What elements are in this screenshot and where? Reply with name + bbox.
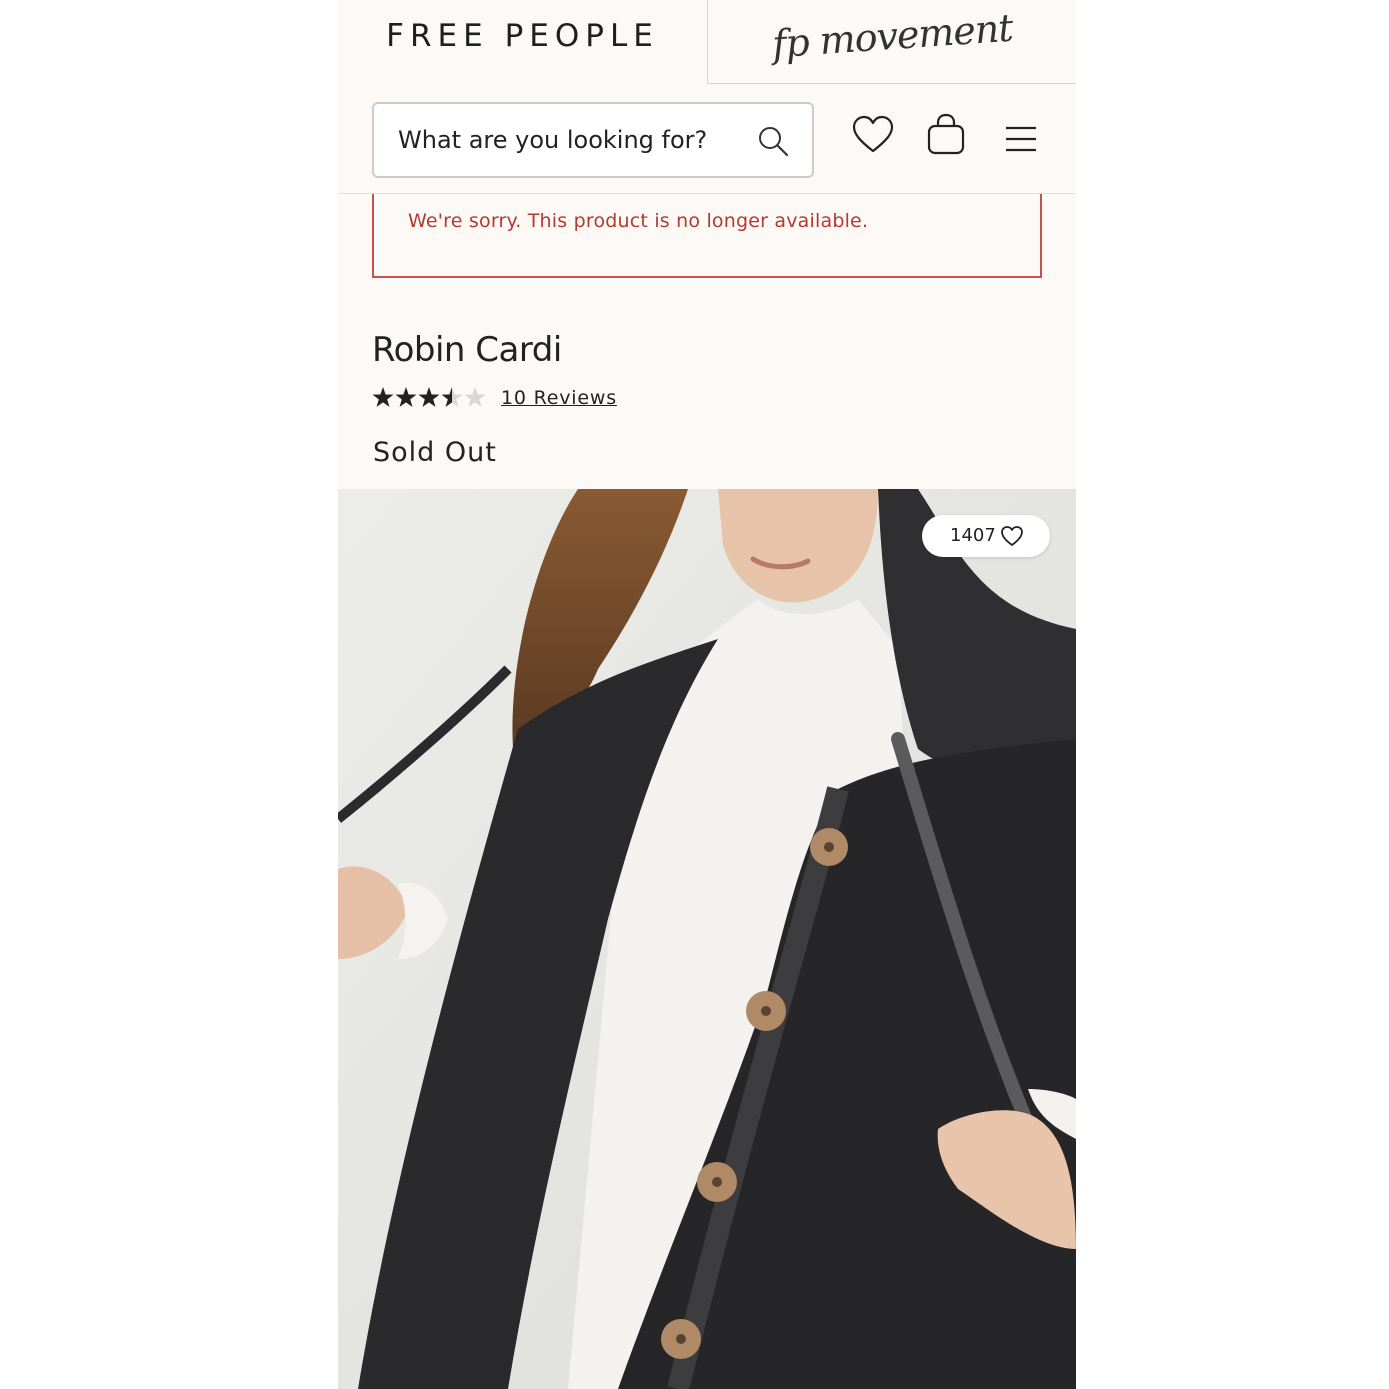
- bag-icon[interactable]: [923, 112, 969, 162]
- search-box[interactable]: [372, 102, 814, 178]
- star-empty: [464, 387, 486, 407]
- menu-icon[interactable]: [998, 112, 1044, 162]
- product-image[interactable]: [338, 489, 1076, 1389]
- reviews-link[interactable]: 10 Reviews: [501, 387, 617, 409]
- brand-tab-fp-movement[interactable]: fp movement: [707, 0, 1076, 84]
- rating-stars: [372, 387, 486, 407]
- heart-icon: [1001, 526, 1023, 546]
- search-input[interactable]: [398, 104, 748, 176]
- product-photo: [338, 489, 1076, 1389]
- product-title: Robin Cardi: [372, 330, 562, 370]
- brand-logo-free-people: FREE PEOPLE: [386, 18, 659, 54]
- unavailable-alert: We're sorry. This product is no longer a…: [372, 194, 1042, 278]
- availability-status: Sold Out: [373, 437, 497, 468]
- star-filled: [395, 387, 417, 407]
- alert-message: We're sorry. This product is no longer a…: [408, 210, 869, 232]
- search-icon[interactable]: [756, 124, 790, 158]
- brand-tab-free-people[interactable]: FREE PEOPLE: [338, 0, 707, 84]
- product-page: FREE PEOPLE fp movement We're sorry. Thi…: [338, 0, 1076, 1389]
- star-filled: [372, 387, 394, 407]
- brand-logo-fp-movement: fp movement: [770, 5, 1014, 66]
- heart-icon[interactable]: [850, 112, 896, 162]
- wishlist-count: 1407: [950, 525, 996, 546]
- wishlist-count-button[interactable]: 1407: [922, 515, 1050, 557]
- star-filled: [418, 387, 440, 407]
